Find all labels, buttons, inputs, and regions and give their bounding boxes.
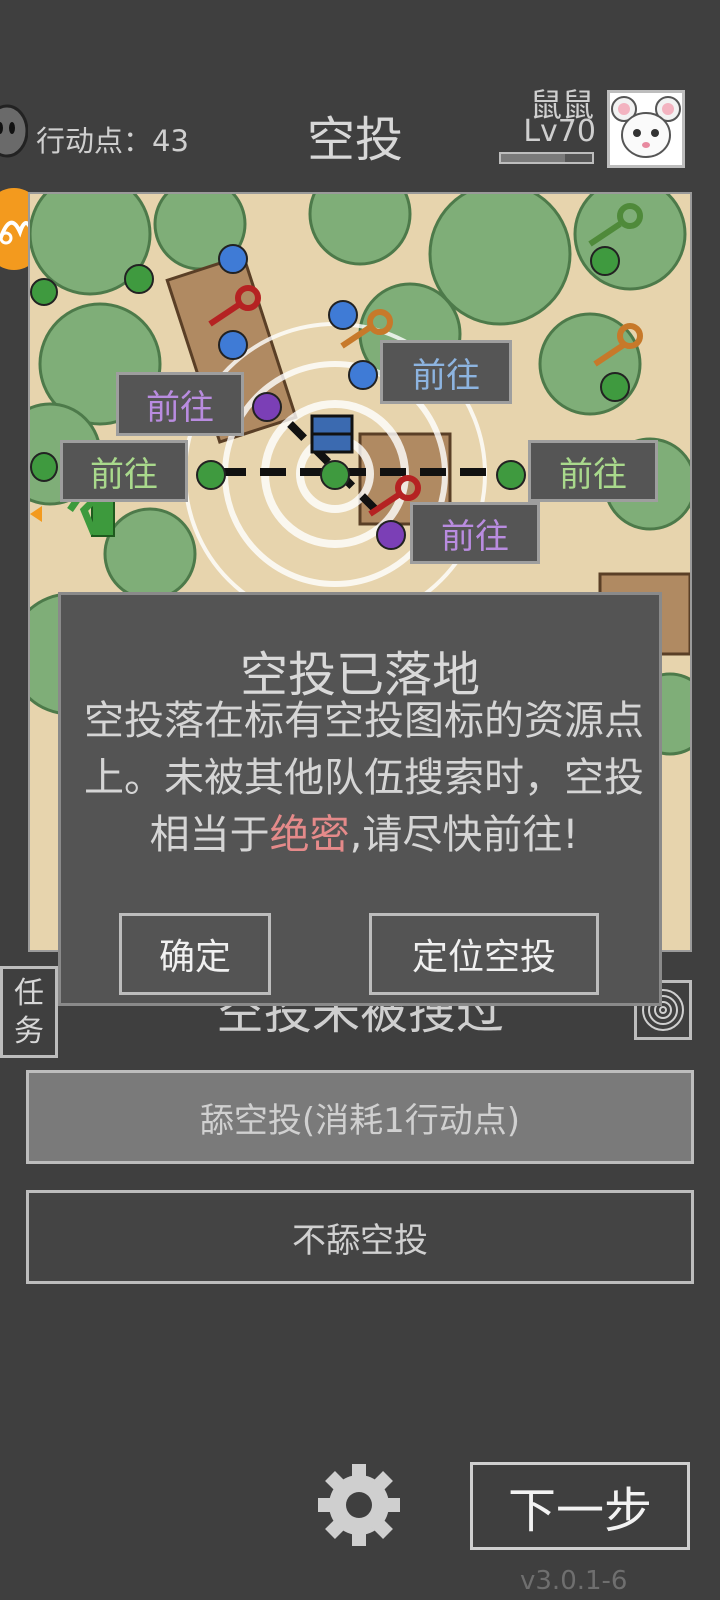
version-text: v3.0.1-6 [520, 1566, 628, 1596]
map-node[interactable] [196, 460, 226, 490]
map-node[interactable] [496, 460, 526, 490]
airdrop-landed-dialog: 空投已落地 空投落在标有空投图标的资源点上。未被其他队伍搜索时，空投相当于绝密,… [58, 592, 662, 1006]
next-step-button[interactable]: 下一步 [470, 1462, 690, 1550]
map-node[interactable] [328, 300, 358, 330]
locate-airdrop-button-label: 定位空投 [411, 937, 556, 978]
go-button-label: 前往 [146, 387, 214, 428]
map-node[interactable] [30, 452, 58, 482]
xp-bar [499, 152, 594, 164]
action-points: 行动点：43 [36, 118, 189, 160]
settings-gear-icon[interactable] [316, 1462, 402, 1548]
go-button[interactable]: 前往 [116, 372, 244, 436]
confirm-button[interactable]: 确定 [119, 913, 271, 995]
locate-airdrop-button[interactable]: 定位空投 [369, 913, 599, 995]
dialog-message-highlight: 绝密 [269, 812, 350, 858]
map-node[interactable] [376, 520, 406, 550]
action-points-label: 行动点： [36, 124, 153, 158]
map-node[interactable] [252, 392, 282, 422]
go-button[interactable]: 前往 [380, 340, 512, 404]
dialog-message-text-end: ,请尽快前往! [349, 812, 579, 858]
page-title: 空投 [306, 112, 403, 168]
map-node[interactable] [218, 330, 248, 360]
map-node[interactable] [600, 372, 630, 402]
confirm-button-label: 确定 [158, 937, 231, 978]
lick-airdrop-label: 舔空投(消耗1行动点) [199, 1100, 521, 1141]
go-button[interactable]: 前往 [410, 502, 540, 564]
task-label: 任务 [14, 976, 44, 1049]
map-node[interactable] [348, 360, 378, 390]
next-step-label: 下一步 [507, 1483, 652, 1539]
dialog-message: 空投落在标有空投图标的资源点上。未被其他队伍搜索时，空投相当于绝密,请尽快前往! [81, 693, 647, 864]
task-button[interactable]: 任务 [0, 966, 58, 1058]
map-node[interactable] [218, 244, 248, 274]
map-node[interactable] [30, 278, 58, 306]
lick-airdrop-button[interactable]: 舔空投(消耗1行动点) [26, 1070, 694, 1164]
map-node[interactable] [590, 246, 620, 276]
go-button-label: 前往 [559, 454, 627, 495]
skip-airdrop-label: 不舔空投 [292, 1220, 428, 1261]
map-node[interactable] [124, 264, 154, 294]
go-button-label: 前往 [441, 516, 509, 557]
player-avatar[interactable] [607, 90, 685, 168]
action-points-value: 43 [152, 124, 189, 158]
ghost-avatar-icon[interactable] [0, 104, 29, 158]
go-button-label: 前往 [90, 454, 158, 495]
skip-airdrop-button[interactable]: 不舔空投 [26, 1190, 694, 1284]
map-node[interactable] [320, 460, 350, 490]
player-level: Lv70 [523, 114, 596, 149]
xp-bar-fill [501, 154, 565, 162]
go-button[interactable]: 前往 [528, 440, 658, 502]
go-button[interactable]: 前往 [60, 440, 188, 502]
go-button-label: 前往 [412, 355, 480, 396]
